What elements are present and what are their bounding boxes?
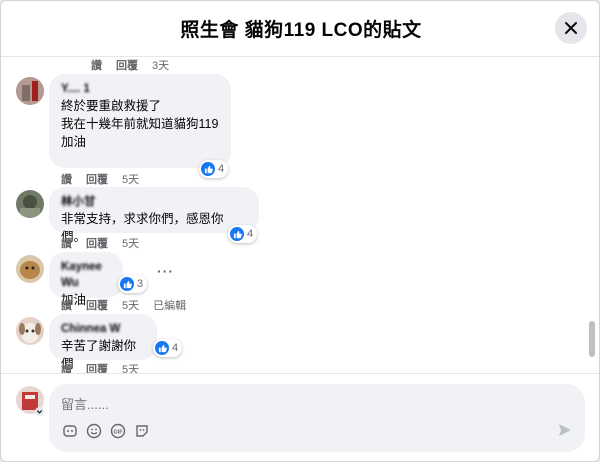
comment-input[interactable] [61, 394, 541, 414]
send-icon[interactable] [557, 422, 573, 443]
reply-link[interactable]: 回覆 [86, 361, 108, 373]
comment-composer: GIF [1, 373, 599, 461]
reply-link[interactable]: 回覆 [86, 235, 108, 251]
comment-author[interactable]: Chinnea W [61, 321, 145, 337]
reaction-number: 4 [247, 228, 254, 240]
like-link[interactable]: 讚 [61, 171, 72, 187]
gif-icon[interactable]: GIF [109, 422, 127, 440]
reaction-number: 4 [218, 163, 225, 175]
comment-time: 5天 [122, 238, 140, 250]
comment-actions: 讚 回覆 5天 [61, 361, 139, 373]
edited-label: 已編輯 [153, 300, 187, 312]
like-link[interactable]: 讚 [61, 361, 72, 373]
comment-actions: 讚 回覆 5天 [61, 171, 139, 187]
more-options-icon[interactable]: ··· [157, 263, 174, 279]
avatar[interactable] [16, 255, 44, 283]
reaction-count[interactable]: 4 [228, 225, 258, 243]
comment-line: 加油 [61, 135, 87, 149]
comment-author[interactable]: Y.... 1 [61, 81, 219, 97]
comment-bubble: 林小甘 非常支持，求求你們，感恩你們。 [49, 187, 259, 244]
comment-bubble: Y.... 1 終於要重啟救援了 我在十幾年前就知道貓狗119 加油 [49, 74, 231, 168]
reaction-count[interactable]: 4 [199, 160, 229, 178]
reply-link[interactable]: 回覆 [116, 57, 138, 73]
comment-time: 3天 [152, 60, 170, 72]
comments-feed[interactable]: 讚 回覆 3天 Y.... 1 終於要重啟救援了 我在十幾年前就知道貓狗119 … [1, 57, 599, 373]
dialog-header: 照生會 貓狗119 LCO的貼文 [1, 1, 599, 57]
like-reaction-icon [155, 341, 169, 355]
reply-link[interactable]: 回覆 [86, 171, 108, 187]
reaction-number: 4 [172, 342, 179, 354]
comment-actions: 讚 回覆 5天 [61, 235, 139, 251]
like-reaction-icon [201, 162, 215, 176]
comment-box: GIF [49, 384, 585, 452]
comment-actions: 讚 回覆 5天 已編輯 [61, 297, 186, 313]
like-link[interactable]: 讚 [61, 297, 72, 313]
comment-line: 我在十幾年前就知道貓狗119 [61, 117, 219, 131]
comment-time: 5天 [122, 364, 140, 373]
dialog-title: 照生會 貓狗119 LCO的貼文 [180, 20, 422, 41]
avatar[interactable] [16, 317, 44, 345]
comment-author[interactable]: Kaynee Wu [61, 259, 111, 291]
reaction-number: 3 [137, 278, 144, 290]
comment-actions: 讚 回覆 3天 [91, 57, 169, 73]
like-reaction-icon [230, 227, 244, 241]
comment-line: 終於要重啟救援了 [61, 99, 162, 113]
comment-time: 5天 [122, 300, 140, 312]
close-icon [565, 22, 577, 34]
like-link[interactable]: 讚 [91, 57, 102, 73]
like-reaction-icon [120, 277, 134, 291]
avatar-sticker-icon[interactable] [61, 422, 79, 440]
avatar[interactable] [16, 77, 44, 105]
close-button[interactable] [555, 12, 587, 44]
chevron-down-icon[interactable] [35, 407, 44, 416]
comment-bubble: Kaynee Wu 加油 [49, 252, 123, 307]
comment-author[interactable]: 林小甘 [61, 194, 247, 210]
like-link[interactable]: 讚 [61, 235, 72, 251]
svg-text:GIF: GIF [113, 430, 123, 436]
avatar[interactable] [16, 190, 44, 218]
scrollbar-thumb[interactable] [589, 321, 595, 357]
reaction-count[interactable]: 3 [118, 275, 148, 293]
comment-time: 5天 [122, 174, 140, 186]
reply-link[interactable]: 回覆 [86, 297, 108, 313]
post-dialog: 照生會 貓狗119 LCO的貼文 讚 回覆 3天 Y.... 1 終於要重啟救援… [0, 0, 600, 462]
reaction-count[interactable]: 4 [153, 339, 183, 357]
sticker-icon[interactable] [133, 422, 151, 440]
emoji-icon[interactable] [85, 422, 103, 440]
comment-bubble: Chinnea W 辛苦了謝謝你們 [49, 314, 157, 371]
